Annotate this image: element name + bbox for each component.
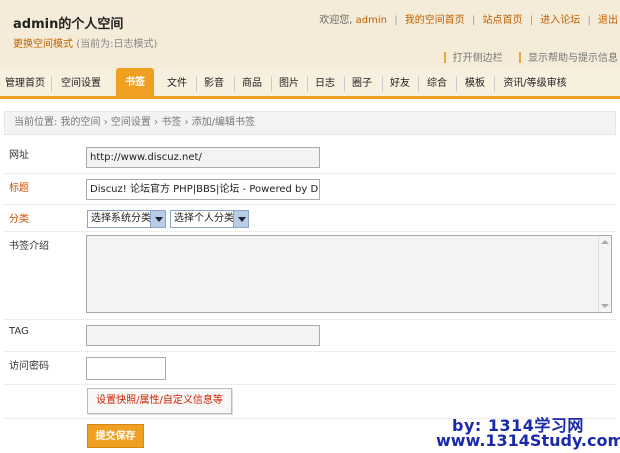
welcome-text: 欢迎您, xyxy=(319,15,353,26)
tab-space-settings[interactable]: 空间设置 xyxy=(52,72,110,99)
tab-pictures[interactable]: 图片 xyxy=(272,72,306,99)
show-help-link[interactable]: 显示帮助与提示信息 xyxy=(528,53,618,64)
side-links: 打开侧边栏 显示帮助与提示信息 xyxy=(443,49,618,64)
tab-files[interactable]: 文件 xyxy=(160,72,194,99)
tab-bookmarks[interactable]: 书签 xyxy=(116,68,154,99)
nav-separator: | xyxy=(394,15,398,26)
top-nav: 欢迎您, admin | 我的空间首页 | 站点首页 | 进入论坛 | 退出 xyxy=(319,11,618,26)
tab-news-level-review[interactable]: 资讯/等级审核 xyxy=(495,72,575,99)
description-label: 书签介绍 xyxy=(9,241,49,252)
enter-forum-link[interactable]: 进入论坛 xyxy=(540,15,580,26)
change-mode-link[interactable]: 更换空间模式 xyxy=(13,39,73,50)
tag-input[interactable] xyxy=(86,325,320,346)
tab-groups[interactable]: 圈子 xyxy=(345,72,379,99)
tab-manage-home[interactable]: 管理首页 xyxy=(0,72,50,99)
category-label: 分类 xyxy=(9,214,29,225)
tab-media[interactable]: 影音 xyxy=(197,72,231,99)
nav-separator: | xyxy=(471,15,476,26)
password-label: 访问密码 xyxy=(9,361,49,372)
title-label: 标题 xyxy=(9,183,29,194)
tab-friends[interactable]: 好友 xyxy=(383,72,417,99)
submit-button[interactable]: 提交保存 xyxy=(87,424,144,448)
tab-blog[interactable]: 日志 xyxy=(308,72,342,99)
chevron-down-icon xyxy=(150,211,165,227)
main-tabs: 管理首页 空间设置 书签 文件 影音 商品 图片 日志 圈子 好友 综合 模板 … xyxy=(0,68,620,99)
personal-category-value: 选择个人分类 xyxy=(174,213,234,224)
tab-products[interactable]: 商品 xyxy=(235,72,269,99)
chevron-down-icon xyxy=(233,211,248,227)
tab-comprehensive[interactable]: 综合 xyxy=(419,72,455,99)
url-label: 网址 xyxy=(9,150,29,161)
system-category-value: 选择系统分类 xyxy=(91,213,151,224)
nav-separator: | xyxy=(587,15,591,26)
tag-label: TAG xyxy=(9,326,29,337)
password-input[interactable] xyxy=(86,357,166,380)
my-space-home-link[interactable]: 我的空间首页 xyxy=(405,15,465,26)
help-marker-icon xyxy=(519,52,525,63)
tab-templates[interactable]: 模板 xyxy=(457,72,493,99)
username-link[interactable]: admin xyxy=(356,15,387,26)
settings-button[interactable]: 设置快照/属性/自定义信息等 xyxy=(87,388,232,414)
system-category-select[interactable]: 选择系统分类 xyxy=(87,210,166,228)
current-mode-text: (当前为:日志模式) xyxy=(76,39,158,50)
sidebar-marker-icon xyxy=(443,52,450,63)
nav-separator: | xyxy=(529,15,534,26)
url-input[interactable]: http://www.discuz.net/ xyxy=(86,147,320,168)
breadcrumb: 当前位置: 我的空间 › 空间设置 › 书签 › 添加/编辑书签 xyxy=(4,111,616,135)
watermark-line2: www.1314Study.com xyxy=(436,431,620,450)
space-header: admin的个人空间 更换空间模式 (当前为:日志模式) 欢迎您, admin … xyxy=(0,0,620,68)
space-title: admin的个人空间 xyxy=(13,17,124,32)
textarea-scrollbar[interactable] xyxy=(598,236,611,312)
open-sidebar-link[interactable]: 打开侧边栏 xyxy=(453,53,503,64)
space-mode: 更换空间模式 (当前为:日志模式) xyxy=(13,35,157,50)
personal-category-select[interactable]: 选择个人分类 xyxy=(170,210,249,228)
scroll-up-icon[interactable] xyxy=(601,240,609,244)
logout-link[interactable]: 退出 xyxy=(598,15,618,26)
title-input[interactable]: Discuz! 论坛官方 PHP|BBS|论坛 - Powered by Dis… xyxy=(86,179,320,200)
description-textarea[interactable] xyxy=(86,235,612,313)
site-home-link[interactable]: 站点首页 xyxy=(483,15,523,26)
scroll-down-icon[interactable] xyxy=(601,304,609,308)
